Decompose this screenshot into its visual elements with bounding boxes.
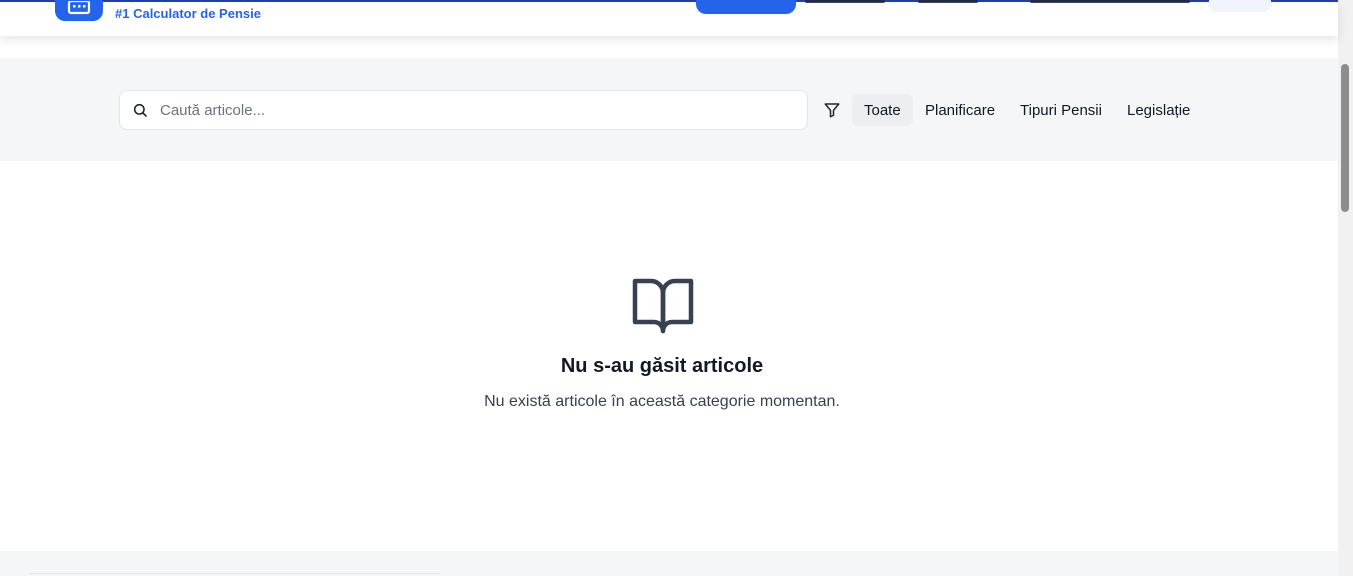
empty-state-message: Nu există articole în această categorie … — [484, 393, 840, 410]
filter-icon — [823, 101, 841, 119]
category-planning[interactable]: Planificare — [913, 94, 1007, 126]
category-label: Planificare — [925, 101, 996, 119]
articles-filter-bar: Toate Planificare Tipuri Pensii Legislaț… — [0, 58, 1338, 161]
calculator-icon — [67, 0, 91, 14]
scrollbar-thumb[interactable] — [1341, 64, 1349, 212]
book-open-icon — [632, 278, 694, 334]
search-input[interactable] — [160, 101, 780, 119]
category-label: Legislație — [1127, 101, 1191, 119]
nav-link[interactable] — [1030, 0, 1190, 6]
search-box[interactable] — [119, 90, 808, 130]
category-legislation[interactable]: Legislație — [1115, 94, 1202, 126]
header-login-button[interactable] — [1209, 0, 1271, 12]
logo[interactable] — [55, 0, 103, 21]
category-label: Toate — [864, 101, 901, 119]
nav-link[interactable] — [805, 0, 885, 6]
page-scrollbar[interactable] — [1338, 0, 1353, 576]
nav-link[interactable] — [918, 0, 978, 6]
footer-section-edge — [0, 551, 1338, 576]
category-all[interactable]: Toate — [852, 94, 913, 126]
header-cta-button[interactable] — [696, 0, 796, 14]
brand-tagline: #1 Calculator de Pensie — [115, 6, 261, 21]
category-pension-types[interactable]: Tipuri Pensii — [1008, 94, 1114, 126]
empty-state-title: Nu s-au găsit articole — [560, 355, 764, 377]
search-icon — [132, 102, 148, 118]
site-header: #1 Calculator de Pensie — [0, 0, 1338, 36]
divider — [30, 573, 440, 574]
category-label: Tipuri Pensii — [1020, 101, 1102, 119]
